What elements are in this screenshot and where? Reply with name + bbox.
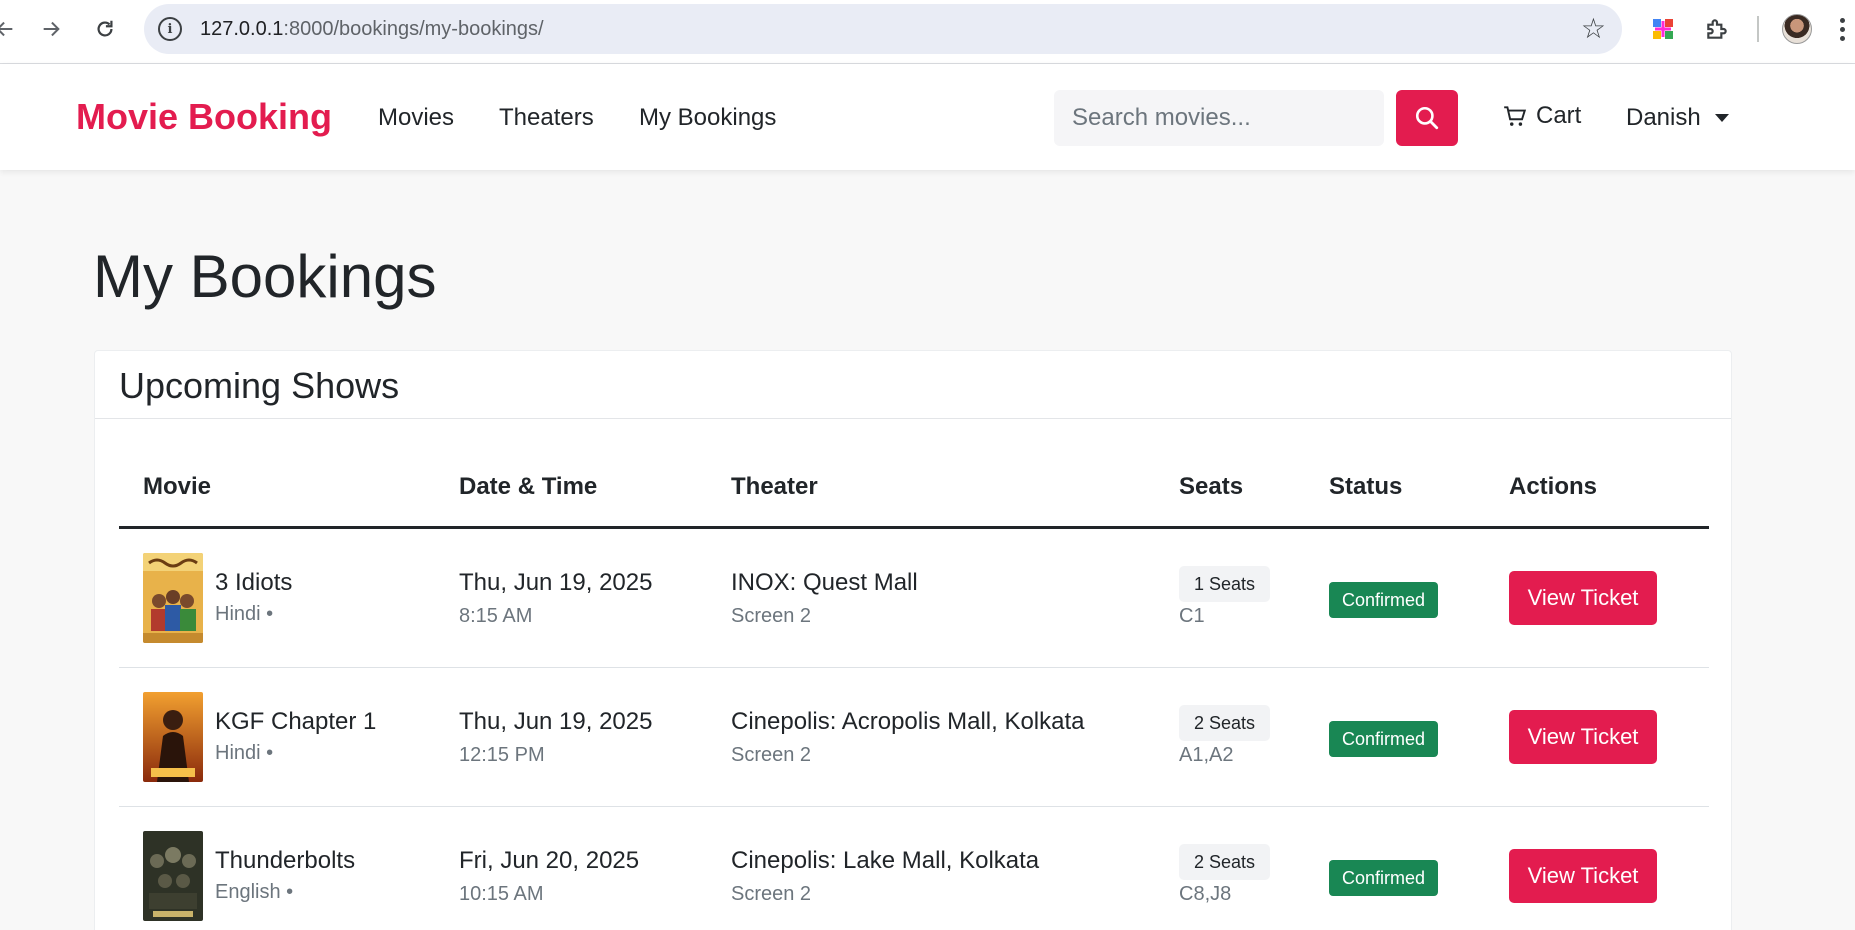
extension-colorful-icon[interactable] [1646, 12, 1680, 46]
browser-menu-icon[interactable] [1840, 18, 1846, 41]
seat-list: C1 [1179, 605, 1205, 627]
search-icon [1415, 106, 1439, 130]
seat-count-badge: 1 Seats [1179, 566, 1271, 602]
movie-title[interactable]: 3 Idiots [215, 569, 292, 597]
status-badge: Confirmed [1329, 721, 1439, 757]
reload-icon[interactable] [86, 10, 124, 48]
nav-link-theaters[interactable]: Theaters [499, 104, 594, 132]
column-header-datetime: Date & Time [459, 473, 598, 500]
seat-list: A1,A2 [1179, 744, 1234, 766]
nav-link-my-bookings[interactable]: My Bookings [639, 104, 776, 132]
address-bar[interactable]: i 127.0.0.1:8000/bookings/my-bookings/ ☆ [144, 4, 1622, 54]
screen-name: Screen 2 [731, 605, 812, 627]
status-badge: Confirmed [1329, 582, 1439, 618]
search-button[interactable] [1396, 90, 1458, 146]
cart-label: Cart [1536, 102, 1582, 129]
table-row: 3 Idiots Hindi • Thu, Jun 19, 2025 8:15 … [119, 529, 1709, 668]
bookings-table: Movie Date & Time Theater Seats Status A… [119, 419, 1709, 930]
browser-toolbar: i 127.0.0.1:8000/bookings/my-bookings/ ☆ [0, 0, 1855, 64]
theater-name: INOX: Quest Mall [731, 569, 918, 596]
site-navbar: Movie Booking Movies Theaters My Booking… [0, 64, 1855, 170]
show-date: Fri, Jun 20, 2025 [459, 847, 640, 874]
seat-count-badge: 2 Seats [1179, 844, 1271, 880]
caret-down-icon [1714, 114, 1729, 122]
table-row: KGF Chapter 1 Hindi • Thu, Jun 19, 2025 … [119, 668, 1709, 807]
status-badge: Confirmed [1329, 860, 1439, 896]
toolbar-divider [1757, 16, 1759, 42]
movie-poster [143, 553, 203, 643]
forward-icon[interactable] [32, 10, 70, 48]
show-time: 12:15 PM [459, 744, 545, 766]
view-ticket-button[interactable]: View Ticket [1509, 571, 1657, 625]
view-ticket-button[interactable]: View Ticket [1509, 710, 1657, 764]
theater-name: Cinepolis: Lake Mall, Kolkata [731, 847, 1040, 874]
movie-language: Hindi • [215, 603, 274, 625]
page-title: My Bookings [93, 243, 437, 310]
cart-icon [1504, 106, 1527, 126]
screen-name: Screen 2 [731, 883, 812, 905]
seat-list: C8,J8 [1179, 883, 1232, 905]
bookings-card: Upcoming Shows Movie Date & Time Theater… [94, 350, 1732, 930]
column-header-movie: Movie [143, 473, 212, 500]
column-header-status: Status [1329, 473, 1403, 500]
seat-count-badge: 2 Seats [1179, 705, 1271, 741]
url-text: 127.0.0.1:8000/bookings/my-bookings/ [200, 18, 544, 40]
theater-name: Cinepolis: Acropolis Mall, Kolkata [731, 708, 1085, 735]
view-ticket-button[interactable]: View Ticket [1509, 849, 1657, 903]
table-row: Thunderbolts English • Fri, Jun 20, 2025… [119, 807, 1709, 930]
column-header-seats: Seats [1179, 473, 1244, 500]
site-info-icon[interactable]: i [158, 17, 182, 41]
column-header-theater: Theater [731, 473, 818, 500]
screen-name: Screen 2 [731, 744, 812, 766]
show-date: Thu, Jun 19, 2025 [459, 708, 653, 735]
cart-link[interactable]: Cart [1502, 102, 1581, 130]
movie-title[interactable]: Thunderbolts [215, 847, 355, 875]
movie-title[interactable]: KGF Chapter 1 [215, 708, 376, 736]
bookmark-star-icon[interactable]: ☆ [1581, 13, 1606, 45]
show-time: 10:15 AM [459, 883, 544, 905]
extensions-puzzle-icon[interactable] [1700, 12, 1734, 46]
nav-link-movies[interactable]: Movies [378, 104, 454, 132]
back-icon[interactable] [0, 10, 24, 48]
movie-poster [143, 831, 203, 921]
search-input[interactable] [1054, 90, 1384, 146]
show-date: Thu, Jun 19, 2025 [459, 569, 653, 596]
table-header: Movie Date & Time Theater Seats Status A… [119, 419, 1709, 529]
brand-logo[interactable]: Movie Booking [76, 96, 332, 138]
profile-avatar[interactable] [1782, 14, 1812, 44]
movie-poster [143, 692, 203, 782]
user-name: Danish [1626, 104, 1701, 131]
movie-language: English • [215, 881, 294, 903]
user-dropdown[interactable]: Danish [1626, 104, 1729, 132]
show-time: 8:15 AM [459, 605, 533, 627]
column-header-actions: Actions [1509, 473, 1598, 500]
section-title: Upcoming Shows [95, 351, 1731, 419]
movie-language: Hindi • [215, 742, 274, 764]
